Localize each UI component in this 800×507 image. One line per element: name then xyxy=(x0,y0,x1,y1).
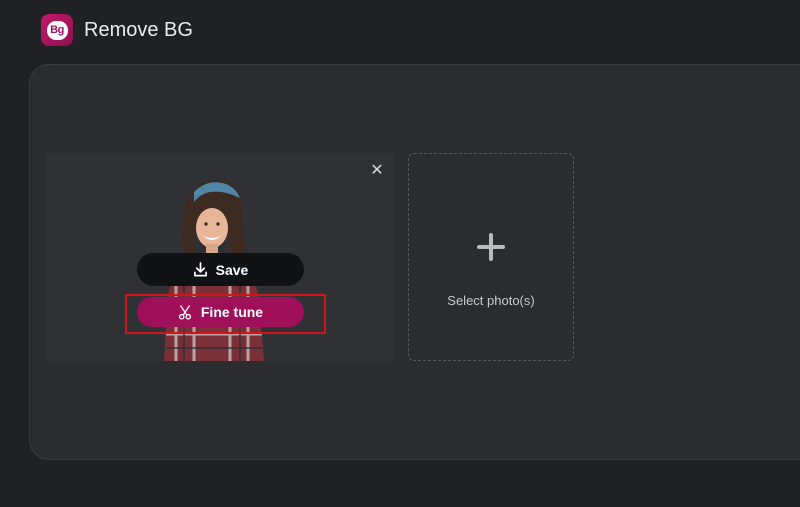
app-header: Bg Remove BG xyxy=(0,0,800,62)
remove-photo-button[interactable]: ✕ xyxy=(368,162,386,180)
app-title: Remove BG xyxy=(84,19,193,41)
select-photos-dropzone[interactable]: Select photo(s) xyxy=(408,153,574,361)
fine-tune-button[interactable]: Fine tune xyxy=(137,297,304,327)
scissors-icon xyxy=(178,304,191,320)
select-photos-label: Select photo(s) xyxy=(447,293,535,308)
app-logo: Bg xyxy=(41,14,73,46)
plus-icon xyxy=(477,233,505,261)
download-icon xyxy=(193,262,207,277)
close-icon: ✕ xyxy=(370,162,384,179)
save-label: Save xyxy=(215,261,249,278)
logo-text: Bg xyxy=(46,20,68,40)
fine-tune-label: Fine tune xyxy=(200,304,264,320)
save-button[interactable]: Save xyxy=(137,253,304,286)
